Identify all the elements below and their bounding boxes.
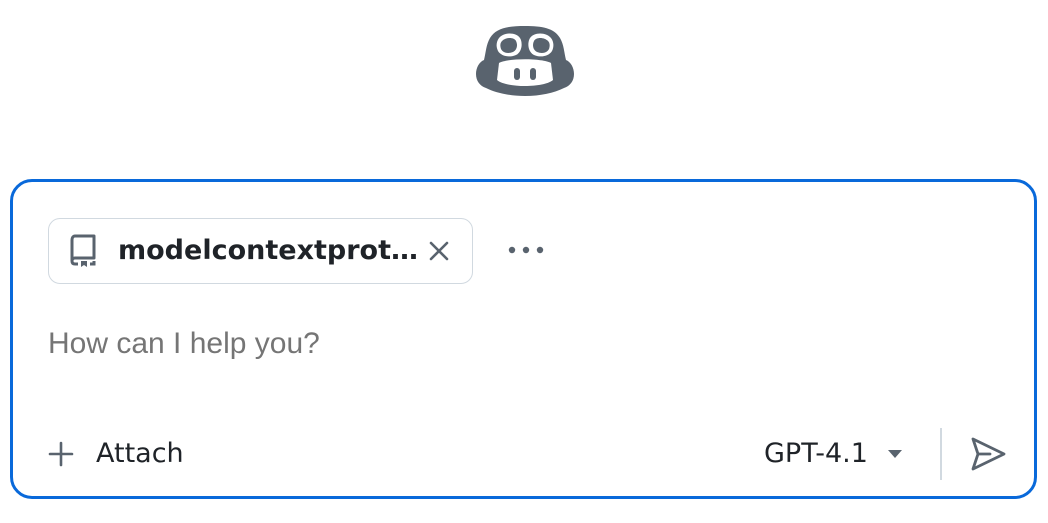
repo-icon <box>70 234 96 267</box>
model-label: GPT-4.1 <box>764 438 868 469</box>
close-icon[interactable] <box>423 235 455 267</box>
paper-airplane-icon[interactable] <box>968 434 1008 474</box>
attach-label: Attach <box>96 438 184 469</box>
plus-icon <box>48 441 74 467</box>
kebab-horizontal-icon[interactable] <box>503 232 549 268</box>
attach-button[interactable]: Attach <box>48 432 184 476</box>
triangle-down-icon <box>887 450 902 458</box>
repo-chip[interactable]: modelcontextprot... <box>48 218 473 284</box>
toolbar-divider <box>940 428 942 480</box>
chat-composer: modelcontextprot... Attach GPT-4.1 <box>10 179 1037 499</box>
repo-chip-label: modelcontextprot... <box>118 235 418 266</box>
model-selector[interactable]: GPT-4.1 <box>764 432 904 476</box>
prompt-input[interactable] <box>48 322 988 366</box>
copilot-icon <box>476 26 574 96</box>
